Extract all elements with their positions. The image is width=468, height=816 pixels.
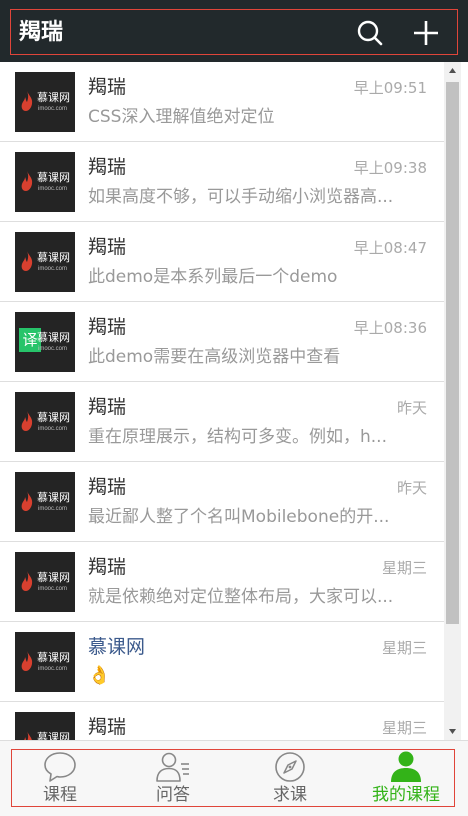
list-item[interactable]: 慕课网 imooc.com 羯瑞 星期三 就是依赖绝对定位整体布局，大家可以..… <box>0 542 444 622</box>
list-item[interactable]: 慕课网 imooc.com 羯瑞 早上09:38 如果高度不够，可以手动缩小浏览… <box>0 142 444 222</box>
message-time: 早上09:51 <box>353 79 427 97</box>
tab-my-courses[interactable]: 我的课程 <box>350 750 462 808</box>
sender-name: 羯瑞 <box>88 716 127 738</box>
list-item[interactable]: 慕课网 imooc.com 羯瑞 昨天 最近鄙人整了个名叫Mobilebone的… <box>0 462 444 542</box>
message-time: 早上08:36 <box>353 319 427 337</box>
tab-request[interactable]: 求课 <box>234 750 346 808</box>
flame-icon <box>21 651 33 671</box>
sender-name: 慕课网 <box>88 636 146 658</box>
imooc-logo-avatar: 慕课网 imooc.com <box>15 232 75 292</box>
tab-label: 课程 <box>43 785 77 805</box>
imooc-logo-avatar: 慕课网 imooc.com <box>15 72 75 132</box>
tab-label: 求课 <box>273 785 307 805</box>
flame-icon <box>21 571 33 591</box>
app-header: 羯瑞 <box>0 0 468 62</box>
imooc-logo-avatar: 慕课网 imooc.com <box>15 632 75 692</box>
list-scrollbar[interactable] <box>444 62 461 740</box>
profile-icon <box>391 751 421 782</box>
list-item[interactable]: 慕课网 imooc.com 羯瑞 早上09:51 CSS深入理解值绝对定位 <box>0 62 444 142</box>
compass-icon <box>275 752 305 782</box>
imooc-logo-avatar: 慕课网 imooc.com <box>15 392 75 452</box>
flame-icon <box>21 251 33 271</box>
message-preview: CSS深入理解值绝对定位 <box>88 107 275 127</box>
message-time: 早上09:38 <box>353 159 427 177</box>
message-time: 昨天 <box>396 399 427 417</box>
tab-label: 我的课程 <box>372 785 440 805</box>
search-icon[interactable] <box>353 16 387 50</box>
flame-icon <box>21 491 33 511</box>
imooc-logo-avatar: 慕课网 imooc.com <box>15 552 75 612</box>
tab-label: 问答 <box>156 785 190 805</box>
message-preview: 此demo需要在高级浏览器中查看 <box>88 347 341 367</box>
message-preview: 重在原理展示，结构可多变。例如，h... <box>88 427 387 447</box>
message-time: 星期三 <box>381 719 427 737</box>
list-item[interactable]: 慕课网 imooc.com 慕课网 星期三 👌 <box>0 622 444 702</box>
sender-name: 羯瑞 <box>88 76 127 98</box>
list-item[interactable]: 译 慕课网 imooc.com 羯瑞 早上08:36 此demo需要在高级浏览器… <box>0 302 444 382</box>
imooc-translate-avatar: 译 慕课网 imooc.com <box>15 312 75 372</box>
message-time: 早上08:47 <box>353 239 427 257</box>
message-list[interactable]: 慕课网 imooc.com 羯瑞 早上09:51 CSS深入理解值绝对定位 慕课… <box>0 62 444 740</box>
scroll-thumb[interactable] <box>446 82 459 624</box>
imooc-logo-avatar: 慕课网 imooc.com <box>15 152 75 212</box>
scroll-up-arrow-icon[interactable] <box>444 62 461 79</box>
scroll-down-arrow-icon[interactable] <box>444 723 461 740</box>
list-item[interactable]: 慕课网 imooc.com 羯瑞 早上08:47 此demo是本系列最后一个de… <box>0 222 444 302</box>
tab-courses[interactable]: 课程 <box>4 750 116 808</box>
flame-icon <box>21 171 33 191</box>
message-preview: 最近鄙人整了个名叫Mobilebone的开... <box>88 507 390 527</box>
message-preview: 此demo是本系列最后一个demo <box>88 267 338 287</box>
flame-icon <box>21 411 33 431</box>
plus-icon[interactable] <box>409 16 443 50</box>
flame-icon <box>21 91 33 111</box>
flame-icon <box>24 731 32 740</box>
sender-name: 羯瑞 <box>88 156 127 178</box>
sender-name: 羯瑞 <box>88 396 127 418</box>
bottom-tab-bar: 课程 问答 求课 我的课程 <box>0 740 468 816</box>
chat-bubble-icon <box>44 752 76 782</box>
contacts-icon <box>156 752 189 782</box>
imooc-logo-avatar: 慕课网 imooc.com <box>15 712 75 740</box>
imooc-logo-avatar: 慕课网 imooc.com <box>15 472 75 532</box>
ok-hand-emoji: 👌 <box>88 665 111 685</box>
message-preview: 就是依赖绝对定位整体布局，大家可以... <box>88 587 394 607</box>
message-time: 昨天 <box>396 479 427 497</box>
page-title: 羯瑞 <box>19 20 64 45</box>
list-item[interactable]: 慕课网 imooc.com 羯瑞 昨天 重在原理展示，结构可多变。例如，h... <box>0 382 444 462</box>
list-item[interactable]: 慕课网 imooc.com 羯瑞 星期三 <box>0 702 444 740</box>
message-time: 星期三 <box>381 559 427 577</box>
tab-bar-frame: 课程 问答 求课 我的课程 <box>11 749 455 807</box>
message-preview: 如果高度不够，可以手动缩小浏览器高... <box>88 187 394 207</box>
sender-name: 羯瑞 <box>88 316 127 338</box>
sender-name: 羯瑞 <box>88 556 127 578</box>
sender-name: 羯瑞 <box>88 236 127 258</box>
tab-qa[interactable]: 问答 <box>117 750 229 808</box>
message-time: 星期三 <box>381 639 427 657</box>
header-bar: 羯瑞 <box>10 9 458 55</box>
sender-name: 羯瑞 <box>88 476 127 498</box>
